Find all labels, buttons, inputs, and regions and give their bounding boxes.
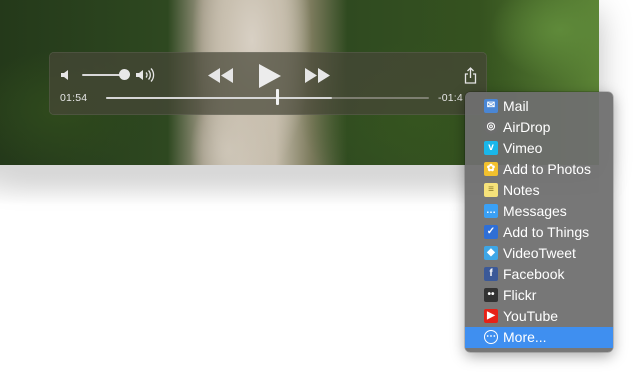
share-icon[interactable] <box>464 67 477 84</box>
share-item-airdrop[interactable]: ◎ AirDrop <box>465 117 613 138</box>
things-icon: ✓ <box>484 225 498 239</box>
share-item-label: YouTube <box>503 308 559 324</box>
share-item-add-to-things[interactable]: ✓ Add to Things <box>465 222 613 243</box>
facebook-icon: f <box>484 267 498 281</box>
vimeo-icon: v <box>484 141 498 155</box>
share-item-messages[interactable]: … Messages <box>465 201 613 222</box>
volume-knob[interactable] <box>119 69 130 80</box>
share-item-youtube[interactable]: ▶ YouTube <box>465 306 613 327</box>
videotweet-icon: ◆ <box>484 246 498 260</box>
progress-bar[interactable] <box>106 97 429 99</box>
fast-forward-icon[interactable] <box>304 67 332 84</box>
share-item-label: Facebook <box>503 266 565 282</box>
share-item-mail[interactable]: ✉ Mail <box>465 96 613 117</box>
share-item-label: Flickr <box>503 287 537 303</box>
volume-slider[interactable] <box>82 74 124 76</box>
share-item-label: Add to Photos <box>503 161 591 177</box>
share-item-vimeo[interactable]: v Vimeo <box>465 138 613 159</box>
share-item-label: More... <box>503 329 547 345</box>
more-icon: ⋯ <box>484 330 498 344</box>
share-item-add-to-photos[interactable]: ✿ Add to Photos <box>465 159 613 180</box>
play-icon[interactable] <box>256 63 282 89</box>
share-item-label: Vimeo <box>503 140 543 156</box>
share-item-label: AirDrop <box>503 119 551 135</box>
share-item-label: VideoTweet <box>503 245 576 261</box>
flickr-icon: •• <box>484 288 498 302</box>
elapsed-time: 01:54 <box>60 92 88 104</box>
share-item-label: Add to Things <box>503 224 590 240</box>
volume-high-icon[interactable] <box>135 67 157 83</box>
share-item-notes[interactable]: ≡ Notes <box>465 180 613 201</box>
rewind-icon[interactable] <box>206 67 234 84</box>
progress-fill <box>106 97 333 99</box>
share-item-label: Mail <box>503 98 529 114</box>
progress-scrubber[interactable] <box>276 89 279 105</box>
messages-icon: … <box>484 204 498 218</box>
share-item-videotweet[interactable]: ◆ VideoTweet <box>465 243 613 264</box>
share-item-label: Messages <box>503 203 567 219</box>
share-item-label: Notes <box>503 182 540 198</box>
volume-low-icon[interactable] <box>60 68 74 82</box>
youtube-icon: ▶ <box>484 309 498 323</box>
share-item-facebook[interactable]: f Facebook <box>465 264 613 285</box>
photos-icon: ✿ <box>484 162 498 176</box>
playback-controls: 01:54 -01:4 <box>49 52 487 115</box>
share-item-flickr[interactable]: •• Flickr <box>465 285 613 306</box>
mail-icon: ✉ <box>484 99 498 113</box>
share-menu: ✉ Mail ◎ AirDrop v Vimeo ✿ Add to Photos ≡ Notes …… <box>465 92 613 352</box>
notes-icon: ≡ <box>484 183 498 197</box>
airdrop-icon: ◎ <box>484 120 498 134</box>
share-item-more[interactable]: ⋯ More... <box>465 327 613 348</box>
